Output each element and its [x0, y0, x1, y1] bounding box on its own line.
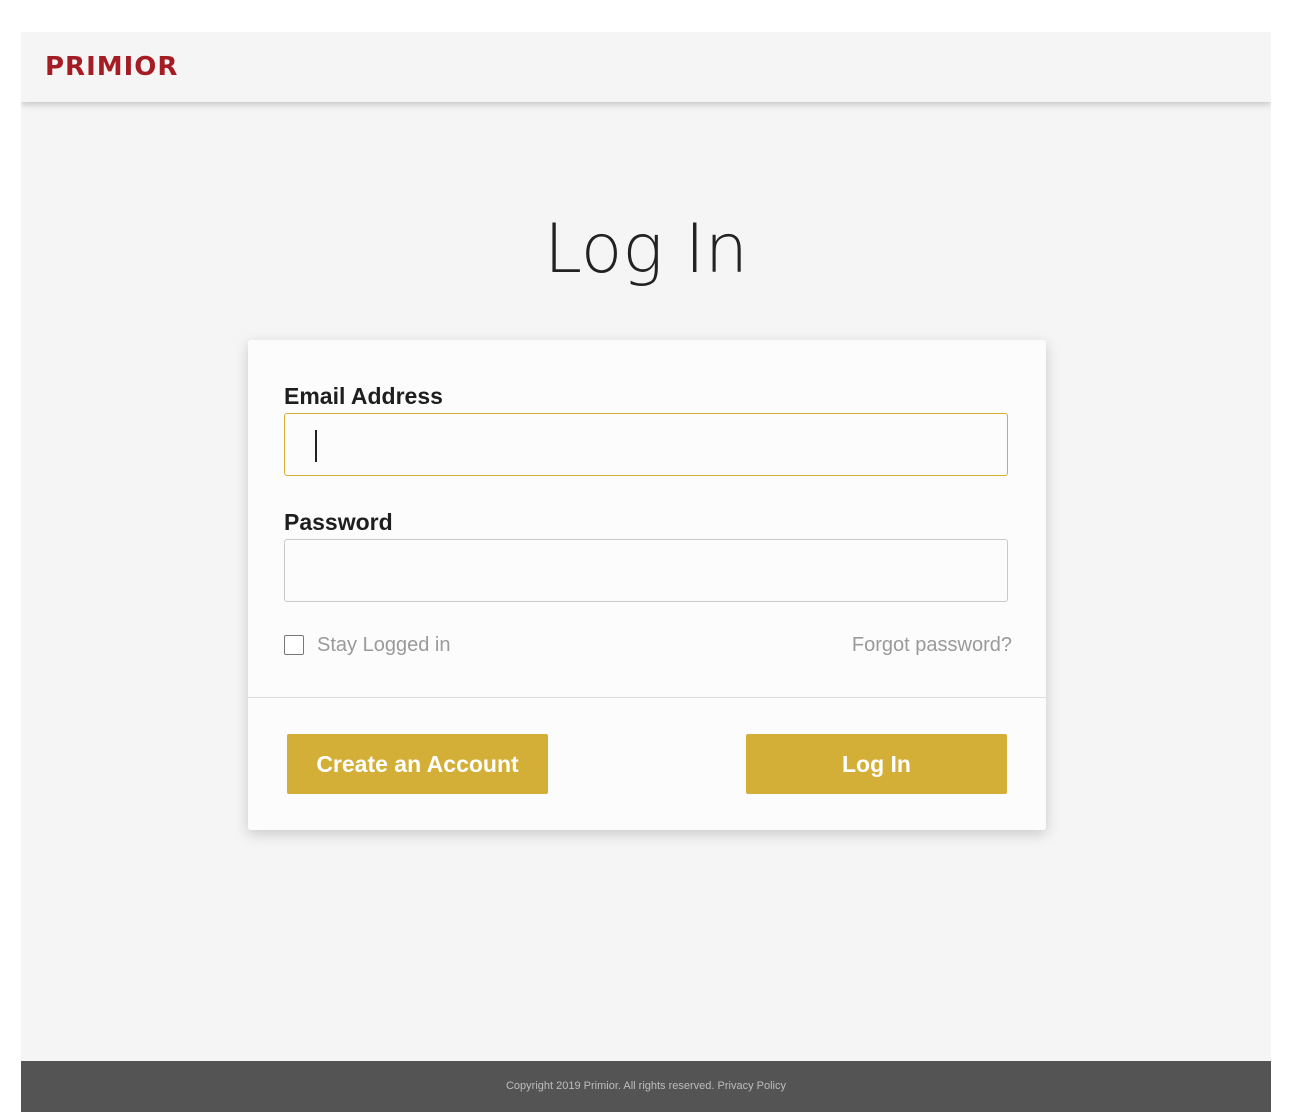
email-field[interactable]: [285, 414, 1007, 475]
stay-logged-in-label[interactable]: Stay Logged in: [317, 632, 450, 658]
password-field-container: [284, 539, 1008, 602]
email-label: Email Address: [284, 383, 443, 409]
page-frame: PRIMIOR Log In Email Address Password St…: [21, 32, 1271, 1112]
footer: Copyright 2019 Primior. All rights reser…: [21, 1061, 1271, 1112]
email-field-container: [284, 413, 1008, 476]
password-field[interactable]: [285, 540, 1007, 601]
password-label: Password: [284, 509, 393, 535]
primior-logo[interactable]: PRIMIOR: [45, 52, 178, 82]
page-title: Log In: [544, 210, 748, 289]
login-button[interactable]: Log In: [746, 734, 1007, 794]
top-header: PRIMIOR: [21, 32, 1271, 102]
privacy-policy-link[interactable]: Privacy Policy: [718, 1080, 786, 1092]
text-caret: [315, 430, 317, 462]
forgot-password-link[interactable]: Forgot password?: [852, 632, 1012, 658]
login-card: Email Address Password Stay Logged in Fo…: [248, 340, 1046, 830]
copyright-text: Copyright 2019 Primior. All rights reser…: [505, 1080, 715, 1092]
stay-logged-in-checkbox[interactable]: [284, 635, 304, 655]
card-divider: [248, 697, 1046, 698]
create-account-button[interactable]: Create an Account: [287, 734, 548, 794]
